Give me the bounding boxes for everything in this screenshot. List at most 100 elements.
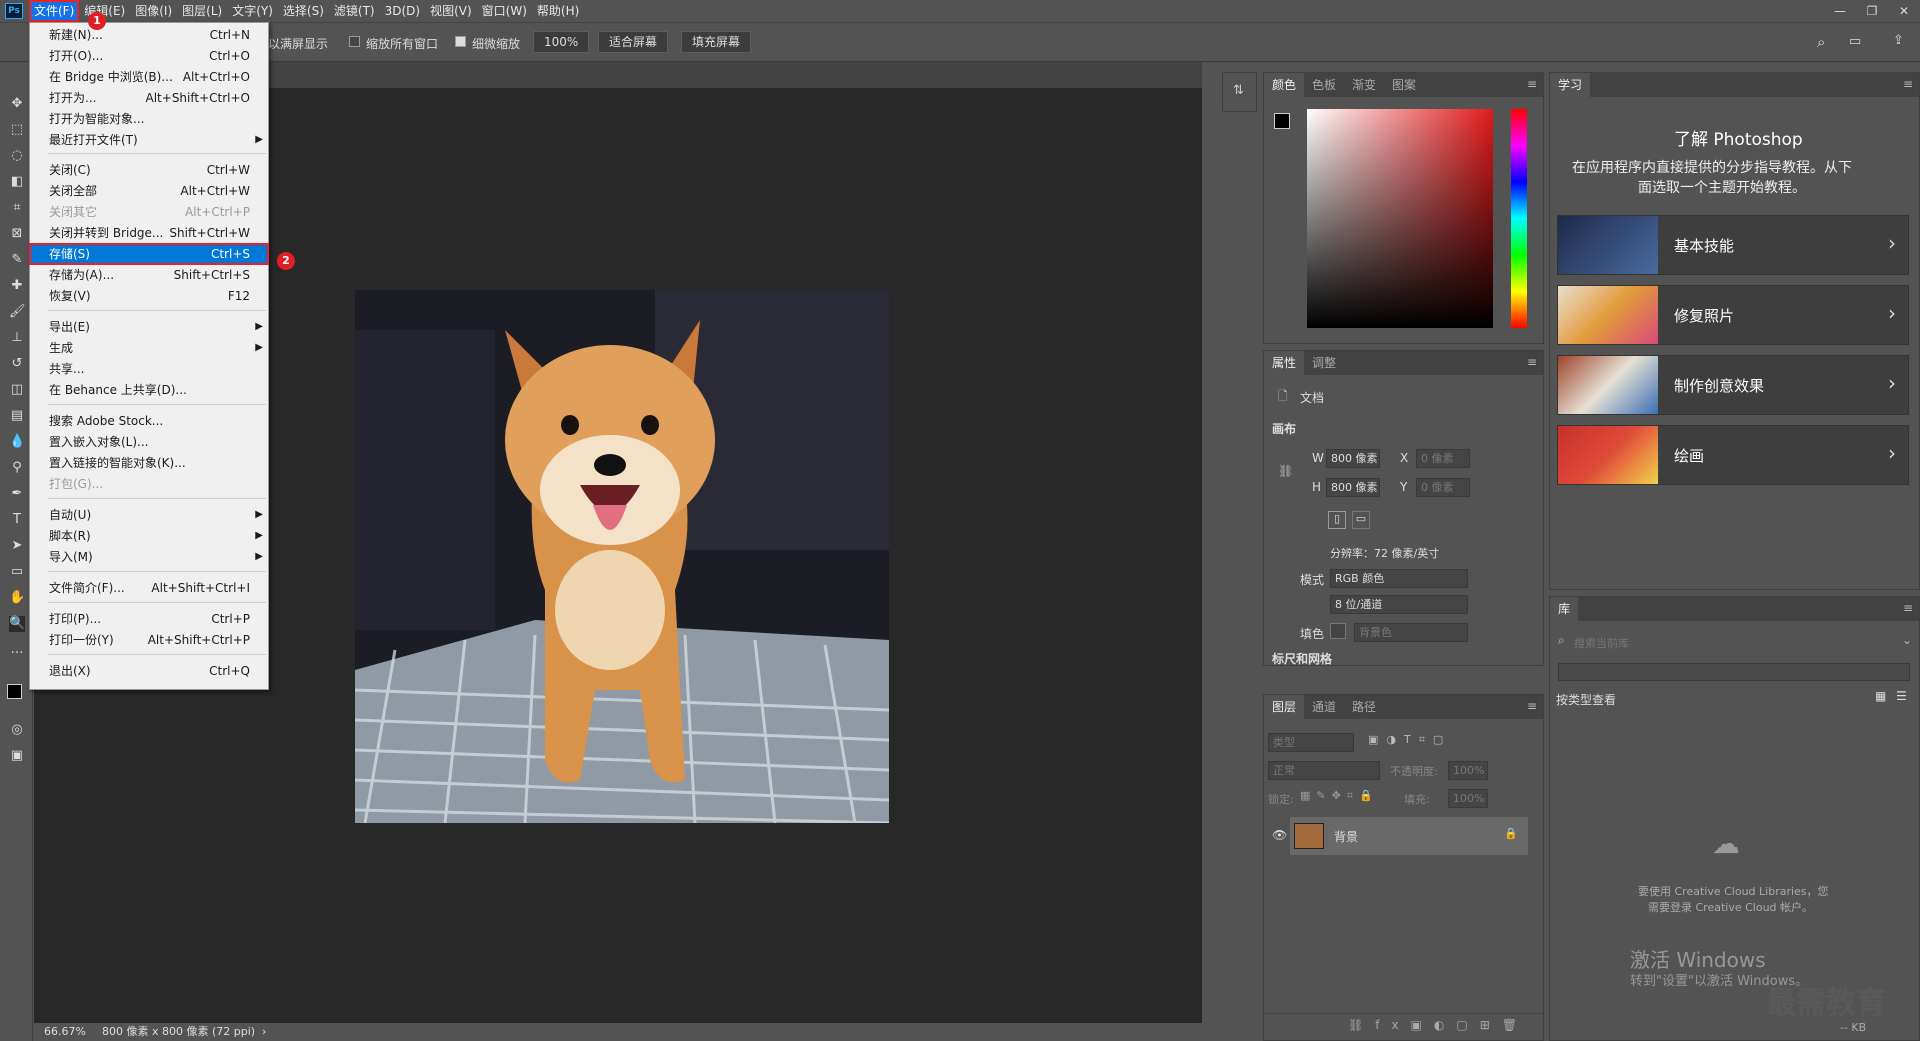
- type-tool-icon[interactable]: T: [9, 512, 25, 528]
- share-icon[interactable]: ⇪: [1893, 33, 1904, 48]
- menu-layer[interactable]: 图层(L): [177, 0, 227, 22]
- tab-patterns[interactable]: 图案: [1384, 73, 1424, 97]
- menu-item-revert[interactable]: 恢复(V) F12: [30, 286, 268, 306]
- menu-item-file-info[interactable]: 文件简介(F)... Alt+Shift+Ctrl+I: [30, 578, 268, 598]
- canvas-header[interactable]: 画布: [1272, 420, 1296, 437]
- menu-image[interactable]: 图像(I): [130, 0, 177, 22]
- panel-menu-icon[interactable]: ≡: [1527, 77, 1537, 91]
- menu-type[interactable]: 文字(Y): [227, 0, 278, 22]
- layer-filter-icons[interactable]: ▣◑T⌗▢: [1368, 733, 1451, 747]
- healing-brush-icon[interactable]: ✚: [9, 278, 25, 294]
- color-field[interactable]: [1307, 109, 1493, 328]
- menu-item-place-embedded[interactable]: 置入嵌入对象(L)...: [30, 432, 268, 452]
- y-field[interactable]: 0 像素: [1416, 478, 1470, 497]
- menu-filter[interactable]: 滤镜(T): [329, 0, 380, 22]
- close-icon[interactable]: ✕: [1888, 0, 1920, 22]
- menu-item-recent[interactable]: 最近打开文件(T) ▶: [30, 130, 268, 150]
- history-panel-icon-strip[interactable]: ⇅: [1222, 72, 1257, 112]
- foreground-color-swatch[interactable]: [7, 684, 22, 699]
- rulers-section-header[interactable]: 标尺和网格: [1272, 650, 1332, 667]
- menu-item-print[interactable]: 打印(P)... Ctrl+P: [30, 609, 268, 629]
- menu-item-close-bridge[interactable]: 关闭并转到 Bridge... Shift+Ctrl+W: [30, 223, 268, 243]
- menu-help[interactable]: 帮助(H): [532, 0, 584, 22]
- layer-fill-field[interactable]: 100%: [1448, 789, 1488, 808]
- tab-swatches[interactable]: 色板: [1304, 73, 1344, 97]
- menu-item-bridge[interactable]: 在 Bridge 中浏览(B)... Alt+Ctrl+O: [30, 67, 268, 87]
- tab-libraries[interactable]: 库: [1550, 597, 1579, 621]
- menu-item-place-linked[interactable]: 置入链接的智能对象(K)...: [30, 453, 268, 473]
- layer-filter-select[interactable]: 类型: [1268, 733, 1354, 752]
- tab-adjustments[interactable]: 调整: [1304, 351, 1344, 375]
- visibility-eye-icon[interactable]: 👁: [1272, 828, 1287, 842]
- layer-row-background[interactable]: 背景 🔒: [1290, 817, 1528, 855]
- rectangle-tool-icon[interactable]: ▭: [9, 564, 25, 580]
- library-search-input[interactable]: 搜索当前库: [1574, 635, 1629, 651]
- fill-color-chip[interactable]: [1330, 623, 1346, 639]
- menu-item-import[interactable]: 导入(M) ▶: [30, 547, 268, 567]
- bit-depth-select[interactable]: 8 位/通道: [1330, 595, 1468, 614]
- chevron-down-icon[interactable]: ⌄: [1902, 633, 1912, 647]
- fill-select[interactable]: 背景色: [1354, 623, 1468, 642]
- pen-tool-icon[interactable]: ✒: [9, 486, 25, 502]
- learn-card-painting[interactable]: 绘画 ›: [1557, 425, 1909, 485]
- menu-item-open-smart[interactable]: 打开为智能对象...: [30, 109, 268, 129]
- hue-slider[interactable]: [1511, 109, 1527, 328]
- zoom-all-checkbox[interactable]: [349, 36, 360, 47]
- blur-tool-icon[interactable]: 💧: [9, 434, 25, 450]
- quick-select-icon[interactable]: ◧: [9, 174, 25, 190]
- menu-item-close-all[interactable]: 关闭全部 Alt+Ctrl+W: [30, 181, 268, 201]
- menu-item-scripts[interactable]: 脚本(R) ▶: [30, 526, 268, 546]
- move-tool-icon[interactable]: ✥: [9, 96, 25, 112]
- eyedropper-icon[interactable]: ✎: [9, 252, 25, 268]
- restore-icon[interactable]: ❐: [1856, 0, 1888, 22]
- blend-mode-select[interactable]: 正常: [1268, 761, 1380, 780]
- menu-item-print-one[interactable]: 打印一份(Y) Alt+Shift+Ctrl+P: [30, 630, 268, 650]
- menu-window[interactable]: 窗口(W): [477, 0, 532, 22]
- fill-screen-button[interactable]: 填充屏幕: [681, 31, 752, 53]
- menu-item-open[interactable]: 打开(O)... Ctrl+O: [30, 46, 268, 66]
- menu-3d[interactable]: 3D(D): [380, 0, 425, 22]
- tab-gradients[interactable]: 渐变: [1344, 73, 1384, 97]
- dodge-tool-icon[interactable]: ⚲: [9, 460, 25, 476]
- learn-card-basics[interactable]: 基本技能 ›: [1557, 215, 1909, 275]
- history-brush-icon[interactable]: ↺: [9, 356, 25, 372]
- tab-color[interactable]: 颜色: [1264, 73, 1305, 97]
- workspace-icon[interactable]: ▭: [1849, 34, 1861, 49]
- frame-tool-icon[interactable]: ⊠: [9, 226, 25, 242]
- zoom-tool-icon[interactable]: 🔍: [9, 616, 25, 632]
- panel-menu-icon[interactable]: ≡: [1903, 77, 1913, 91]
- menu-file[interactable]: 文件(F): [29, 0, 80, 22]
- hand-tool-icon[interactable]: ✋: [9, 590, 25, 606]
- opacity-field[interactable]: 100%: [1448, 761, 1488, 780]
- menu-item-behance[interactable]: 在 Behance 上共享(D)...: [30, 380, 268, 400]
- document-image[interactable]: [355, 290, 889, 823]
- screen-mode-icon[interactable]: ▣: [9, 748, 25, 764]
- menu-item-generate[interactable]: 生成 ▶: [30, 338, 268, 358]
- marquee-tool-icon[interactable]: ⬚: [9, 122, 25, 138]
- view-by-type[interactable]: 按类型查看: [1556, 691, 1616, 708]
- tab-layers[interactable]: 图层: [1264, 695, 1305, 719]
- panel-menu-icon[interactable]: ≡: [1903, 601, 1913, 615]
- tab-properties[interactable]: 属性: [1264, 351, 1305, 375]
- status-arrow-icon[interactable]: ›: [262, 1023, 266, 1041]
- stamp-tool-icon[interactable]: ⊥: [9, 330, 25, 346]
- crop-tool-icon[interactable]: ⌗: [9, 200, 25, 216]
- status-zoom[interactable]: 66.67%: [44, 1023, 86, 1041]
- list-view-icon[interactable]: ☰: [1896, 689, 1907, 703]
- menu-item-close[interactable]: 关闭(C) Ctrl+W: [30, 160, 268, 180]
- landscape-icon[interactable]: ▭: [1352, 511, 1370, 529]
- path-select-icon[interactable]: ➤: [9, 538, 25, 554]
- height-field[interactable]: 800 像素: [1326, 478, 1380, 497]
- tab-channels[interactable]: 通道: [1304, 695, 1344, 719]
- panel-menu-icon[interactable]: ≡: [1527, 355, 1537, 369]
- menu-item-exit[interactable]: 退出(X) Ctrl+Q: [30, 661, 268, 681]
- menu-item-share[interactable]: 共享...: [30, 359, 268, 379]
- quick-mask-icon[interactable]: ◎: [9, 722, 25, 738]
- grid-view-icon[interactable]: ▦: [1875, 689, 1886, 703]
- lock-icons[interactable]: ▦✎✥⌗🔒: [1300, 789, 1379, 803]
- fullscreen-label[interactable]: 以满屏显示: [268, 35, 328, 52]
- more-tools-icon[interactable]: …: [9, 642, 25, 658]
- tab-paths[interactable]: 路径: [1344, 695, 1384, 719]
- menu-item-save[interactable]: 存储(S) Ctrl+S: [29, 243, 269, 265]
- learn-card-fix-photos[interactable]: 修复照片 ›: [1557, 285, 1909, 345]
